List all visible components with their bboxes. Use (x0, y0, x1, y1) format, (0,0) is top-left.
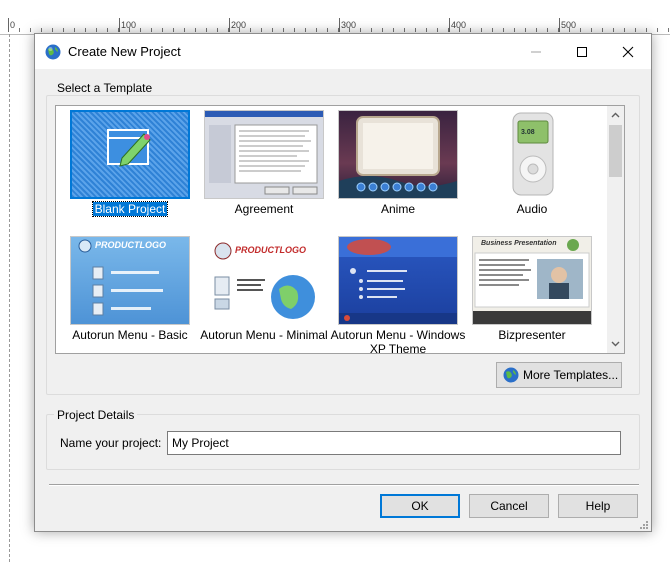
chevron-down-icon (611, 341, 620, 346)
template-thumbnail (204, 110, 324, 199)
ruler-major-tick (449, 18, 450, 32)
biz-heading-text: Business Presentation (481, 240, 557, 247)
template-tile-agreement[interactable]: Agreement (204, 110, 324, 230)
ruler-label: 100 (121, 20, 137, 30)
product-logo-text: PRODUCTLOGO (235, 245, 306, 255)
project-name-label: Name your project: (60, 436, 162, 450)
agreement-preview (205, 111, 323, 195)
help-button[interactable]: Help (558, 494, 638, 518)
cancel-button[interactable]: Cancel (469, 494, 549, 518)
anime-preview (339, 116, 457, 198)
scroll-thumb[interactable] (609, 125, 622, 177)
ruler-label: 0 (10, 20, 16, 30)
template-tile-anime[interactable]: Anime (338, 110, 458, 230)
blank-page-icon (107, 129, 151, 167)
ruler-label: 300 (341, 20, 357, 30)
resize-grip-icon[interactable] (637, 518, 649, 530)
ruler-top: 0 100 200 300 400 500 (0, 0, 670, 35)
template-label: Bizpresenter (498, 328, 566, 342)
project-name-input[interactable] (167, 431, 621, 455)
globe-icon (45, 44, 61, 60)
template-thumbnail (70, 110, 190, 199)
ruler-major-tick (8, 18, 9, 32)
close-icon (622, 46, 634, 57)
ruler-major-tick (339, 18, 340, 32)
product-logo-text: PRODUCTLOGO (95, 240, 166, 250)
audio-display-text: 3.08 (521, 129, 535, 136)
scroll-down-button[interactable] (607, 335, 624, 352)
bizpresenter-preview (473, 239, 591, 324)
autorun-basic-preview (78, 239, 163, 316)
ruler-major-tick (559, 18, 560, 32)
maximize-icon (577, 46, 587, 57)
template-tile-bizpresenter[interactable]: Business Presentation Bizpresenter (472, 236, 592, 353)
audio-player-preview (512, 112, 554, 196)
template-tile-audio[interactable]: 3.08 Audio (472, 110, 592, 230)
template-tile-autorun-minimal[interactable]: PRODUCTLOGO Autorun Menu - Minimal (200, 236, 328, 353)
template-label: Agreement (234, 202, 294, 216)
ruler-label: 200 (231, 20, 247, 30)
scroll-up-button[interactable] (607, 106, 624, 123)
ruler-major-tick (119, 18, 120, 32)
ruler-label: 400 (451, 20, 467, 30)
template-scrollbar[interactable] (607, 106, 624, 353)
minimize-icon (531, 51, 541, 52)
template-tile-autorun-xp[interactable]: Autorun Menu - Windows XP Theme (331, 236, 465, 353)
globe-icon (503, 367, 519, 383)
project-details-label: Project Details (54, 408, 138, 422)
separator (49, 484, 639, 486)
template-thumbnail: PRODUCTLOGO (204, 236, 324, 325)
template-group-label: Select a Template (54, 81, 156, 95)
minimize-button[interactable] (513, 34, 559, 69)
create-project-dialog: Create New Project Select a Template Bla (34, 33, 652, 532)
template-tile-blank-project[interactable]: Blank Project (70, 110, 190, 230)
template-thumbnail: 3.08 (472, 110, 592, 199)
template-label: Autorun Menu - Basic (72, 328, 188, 342)
template-tile-autorun-basic[interactable]: PRODUCTLOGO Autorun Menu - Basic (70, 236, 190, 353)
template-label: Autorun Menu - Windows XP Theme (330, 328, 466, 354)
template-thumbnail: Business Presentation (472, 236, 592, 325)
template-label: Audio (516, 202, 548, 216)
dialog-title: Create New Project (68, 44, 181, 59)
template-thumbnail (338, 236, 458, 325)
template-list[interactable]: Blank Project Agreement Anime 3.08 Audio… (55, 105, 625, 354)
ok-button[interactable]: OK (380, 494, 460, 518)
more-templates-button[interactable]: More Templates... (496, 362, 622, 388)
template-thumbnail (338, 110, 458, 199)
close-button[interactable] (605, 34, 651, 69)
ruler-label: 500 (561, 20, 577, 30)
ruler-major-tick (229, 18, 230, 32)
autorun-xp-preview (339, 237, 457, 324)
more-templates-label: More Templates... (523, 368, 619, 382)
template-label: Anime (380, 202, 415, 216)
maximize-button[interactable] (559, 34, 605, 69)
template-thumbnail: PRODUCTLOGO (70, 236, 190, 325)
title-bar[interactable]: Create New Project (35, 34, 651, 69)
template-label: Blank Project (91, 201, 169, 217)
template-label: Autorun Menu - Minimal (200, 328, 328, 342)
ruler-left (0, 34, 10, 562)
chevron-up-icon (611, 112, 620, 117)
